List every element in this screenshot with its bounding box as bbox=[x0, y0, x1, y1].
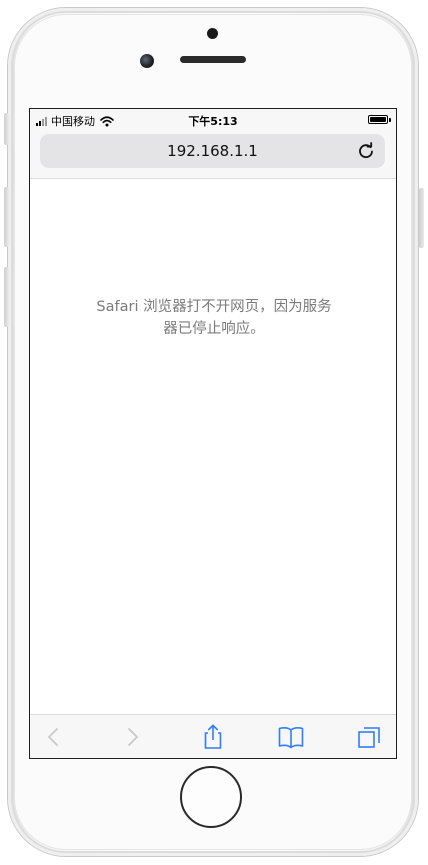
battery-icon bbox=[368, 115, 388, 124]
phone-screen: 中国移动 下午5:13 192.168.1.1 Safari 浏览器打不开网页，… bbox=[29, 108, 397, 759]
error-line-2: 器已停止响应。 bbox=[163, 321, 265, 337]
url-text: 192.168.1.1 bbox=[167, 142, 258, 160]
power-button bbox=[419, 188, 424, 248]
safari-toolbar bbox=[30, 714, 396, 758]
forward-icon[interactable] bbox=[118, 723, 146, 751]
proximity-sensor bbox=[207, 28, 218, 39]
battery-fill bbox=[370, 117, 386, 122]
front-camera-icon bbox=[140, 54, 154, 68]
volume-down-button bbox=[4, 267, 9, 327]
tabs-icon[interactable] bbox=[355, 723, 383, 751]
safari-address-bar: 192.168.1.1 bbox=[30, 131, 396, 179]
back-icon[interactable] bbox=[40, 723, 68, 751]
home-button[interactable] bbox=[180, 766, 242, 828]
error-line-1: Safari 浏览器打不开网页，因为服务 bbox=[96, 299, 332, 315]
error-message: Safari 浏览器打不开网页，因为服务 器已停止响应。 bbox=[74, 296, 354, 340]
status-time: 下午5:13 bbox=[188, 115, 238, 128]
share-icon[interactable] bbox=[199, 723, 227, 751]
earpiece-speaker bbox=[180, 56, 246, 63]
mute-switch bbox=[4, 113, 9, 145]
reload-icon[interactable] bbox=[357, 142, 375, 160]
web-content: Safari 浏览器打不开网页，因为服务 器已停止响应。 bbox=[30, 179, 396, 714]
battery-tip bbox=[389, 118, 391, 122]
volume-up-button bbox=[4, 187, 9, 247]
status-bar: 中国移动 下午5:13 bbox=[30, 109, 396, 131]
url-field[interactable]: 192.168.1.1 bbox=[40, 134, 385, 168]
bookmarks-icon[interactable] bbox=[277, 723, 305, 751]
